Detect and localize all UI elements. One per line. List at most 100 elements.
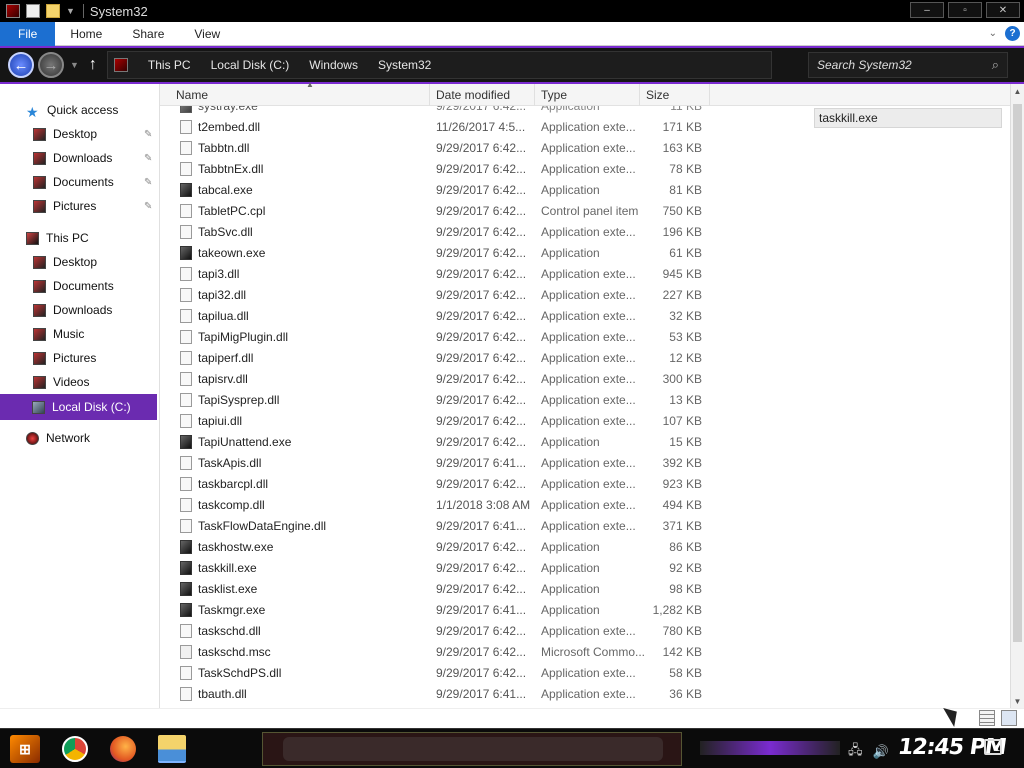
table-row[interactable]: Tabbtn.dll 9/29/2017 6:42... Application e… [160,137,720,158]
start-button[interactable]: ⊞ [10,735,40,763]
file-size: 945 KB [662,266,702,281]
file-size: 92 KB [669,560,702,575]
maximize-button[interactable]: ▫ [948,2,982,18]
table-row[interactable]: tapisrv.dll 9/29/2017 6:42... Application … [160,368,720,389]
table-row[interactable]: TabletPC.cpl 9/29/2017 6:42... Control pan… [160,200,720,221]
pin-icon[interactable]: ✎ [144,201,152,212]
table-row[interactable]: tapilua.dll 9/29/2017 6:42... Application … [160,305,720,326]
nav-quick-desktop[interactable]: Desktop [33,127,97,141]
table-row[interactable]: taskschd.dll 9/29/2017 6:42... Application… [160,620,720,641]
nav-pc-pictures[interactable]: Pictures [33,351,96,365]
nav-pc-music[interactable]: Music [33,327,84,341]
forward-button[interactable]: → [38,52,64,78]
help-icon[interactable]: ? [1005,26,1020,41]
nav-pc-downloads[interactable]: Downloads [33,303,112,317]
minimize-button[interactable]: – [910,2,944,18]
scroll-down-button[interactable]: ▼ [1011,694,1024,708]
nav-local-disk[interactable]: Local Disk (C:) [0,394,157,420]
nav-pc-videos[interactable]: Videos [33,375,89,389]
app-icon[interactable] [6,4,20,18]
table-row[interactable]: taskcomp.dll 1/1/2018 3:08 AM Application … [160,494,720,515]
table-row[interactable]: TapiMigPlugin.dll 9/29/2017 6:42... Applic… [160,326,720,347]
customize-toolbar-icon[interactable]: ▼ [66,6,75,16]
nav-quick-pictures[interactable]: Pictures [33,199,96,213]
search-icon[interactable]: ⌕ [992,57,999,73]
table-row[interactable]: TaskApis.dll 9/29/2017 6:41... Application… [160,452,720,473]
tab-share[interactable]: Share [117,22,179,46]
table-row[interactable]: TapiUnattend.exe 9/29/2017 6:42... Applica… [160,431,720,452]
chrome-icon[interactable] [62,736,88,762]
table-row[interactable]: takeown.exe 9/29/2017 6:42... Application 6… [160,242,720,263]
column-size[interactable]: Size [640,84,710,106]
firefox-icon[interactable] [110,736,136,762]
column-name[interactable]: ▲ Name [170,80,430,106]
properties-icon[interactable] [26,4,40,18]
table-row[interactable]: tapiui.dll 9/29/2017 6:42... Application e… [160,410,720,431]
table-row[interactable]: t2embed.dll 11/26/2017 4:5... Application … [160,116,720,137]
table-row[interactable]: tapi32.dll 9/29/2017 6:42... Application e… [160,284,720,305]
nav-quick-downloads[interactable]: Downloads [33,151,112,165]
up-button[interactable]: ↑ [89,56,97,74]
crumb-system32[interactable]: System32 [378,58,431,72]
file-size: 750 KB [662,203,702,218]
details-view-button[interactable] [979,710,995,726]
pin-icon[interactable]: ✎ [144,177,152,188]
table-row[interactable]: TapiSysprep.dll 9/29/2017 6:42... Applicat… [160,389,720,410]
column-label: Size [646,88,670,102]
table-row[interactable]: tapiperf.dll 9/29/2017 6:42... Application… [160,347,720,368]
network-tray-icon[interactable]: 🖧 [848,741,863,763]
scroll-thumb[interactable] [1013,104,1022,642]
scroll-up-button[interactable]: ▲ [1011,84,1024,98]
side-list-item[interactable]: taskkill.exe [814,108,1002,128]
column-type[interactable]: Type [535,84,640,106]
table-row[interactable]: tapi3.dll 9/29/2017 6:42... Application ex… [160,263,720,284]
search-box[interactable]: Search System32 ⌕ [808,52,1008,78]
file-date: 9/29/2017 6:42... [436,392,527,407]
column-date[interactable]: Date modified [430,84,535,106]
pin-icon[interactable]: ✎ [144,153,152,164]
crumb-this-pc[interactable]: This PC [148,58,191,72]
file-type: Application exte... [541,518,636,533]
nav-quick-documents[interactable]: Documents [33,175,114,189]
recent-locations-icon[interactable]: ▼ [70,60,79,70]
search-input[interactable]: Search System32 [817,58,992,72]
table-row[interactable]: tasklist.exe 9/29/2017 6:42... Application… [160,578,720,599]
table-row[interactable]: taskhostw.exe 9/29/2017 6:42... Applicatio… [160,536,720,557]
large-icons-view-button[interactable] [1001,710,1017,726]
nav-quick-access[interactable]: ★ Quick access [26,103,118,120]
table-row[interactable]: systray.exe 9/29/2017 6:42... Application 1… [160,106,720,116]
table-row[interactable]: TabbtnEx.dll 9/29/2017 6:42... Application… [160,158,720,179]
dll-file-icon [180,266,192,281]
breadcrumb[interactable]: This PC Local Disk (C:) Windows System32 [106,51,772,79]
new-folder-icon[interactable] [46,4,60,18]
nav-this-pc[interactable]: This PC [26,231,89,245]
vertical-scrollbar[interactable]: ▲ ▼ [1010,84,1024,708]
crumb-local-disk[interactable]: Local Disk (C:) [211,58,290,72]
table-row[interactable]: TaskFlowDataEngine.dll 9/29/2017 6:41... A… [160,515,720,536]
notification-icon[interactable]: 1 [984,739,1002,755]
file-type: Application [541,539,600,554]
table-row[interactable]: tbauth.dll 9/29/2017 6:41... Application e… [160,683,720,704]
table-row[interactable]: tabcal.exe 9/29/2017 6:42... Application 81… [160,179,720,200]
close-button[interactable]: ✕ [986,2,1020,18]
crumb-windows[interactable]: Windows [309,58,358,72]
file-explorer-icon[interactable] [158,735,186,763]
table-row[interactable]: TabSvc.dll 9/29/2017 6:42... Application e… [160,221,720,242]
file-size: 81 KB [669,182,702,197]
column-headers: ▲ Name Date modified Type Size [160,80,1010,106]
table-row[interactable]: taskkill.exe 9/29/2017 6:42... Application… [160,557,720,578]
pin-icon[interactable]: ✎ [144,129,152,140]
nav-pc-documents[interactable]: Documents [33,279,114,293]
back-button[interactable]: ← [8,52,34,78]
tab-view[interactable]: View [179,22,235,46]
tab-file[interactable]: File [0,21,56,46]
nav-network[interactable]: Network [26,431,90,445]
table-row[interactable]: taskschd.msc 9/29/2017 6:42... Microsoft C… [160,641,720,662]
table-row[interactable]: taskbarcpl.dll 9/29/2017 6:42... Applicati… [160,473,720,494]
nav-pc-desktop[interactable]: Desktop [33,255,97,269]
expand-ribbon-icon[interactable]: ⌄ [989,28,997,39]
tab-home[interactable]: Home [55,22,117,46]
table-row[interactable]: Taskmgr.exe 9/29/2017 6:41... Application 1… [160,599,720,620]
table-row[interactable]: TaskSchdPS.dll 9/29/2017 6:42... Applicati… [160,662,720,683]
volume-icon[interactable]: 🔊 [873,744,889,760]
